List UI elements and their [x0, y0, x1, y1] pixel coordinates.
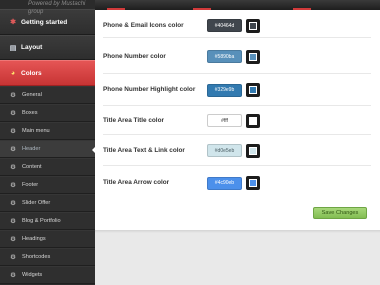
option-row: Phone Number color #5890ba: [103, 40, 371, 74]
color-hex-input[interactable]: #fff: [207, 114, 242, 127]
powered-by-text: Powered by Mustachi group: [0, 0, 95, 15]
sidebar-subitem-footer[interactable]: ⚙ Footer: [0, 176, 95, 194]
panel-shadow: [95, 230, 380, 233]
color-picker-swatch[interactable]: [246, 176, 260, 190]
color-picker-swatch[interactable]: [246, 83, 260, 97]
option-row: Phone Number Highlight color #329e9b: [103, 75, 371, 106]
color-hex-input[interactable]: #4c90eb: [207, 176, 242, 190]
sidebar-subitem-content[interactable]: ⚙ Content: [0, 158, 95, 176]
sidebar-item-label: Getting started: [21, 18, 68, 26]
option-label: Title Area Arrow color: [103, 179, 170, 186]
option-row: Phone & Email Icons color #40464d: [103, 14, 371, 38]
sidebar-item-getting-started[interactable]: ✱ Getting started: [0, 9, 95, 35]
sidebar-subitem-label: Content: [22, 164, 42, 170]
color-hex-input[interactable]: #5890ba: [207, 50, 242, 63]
sidebar-item-layout[interactable]: ▤ Layout: [0, 35, 95, 60]
options-panel: Phone & Email Icons color #40464d Phone …: [95, 0, 380, 230]
sidebar-subitem-main-menu[interactable]: ⚙ Main menu: [0, 122, 95, 140]
gear-icon: ⚙: [10, 182, 16, 189]
sidebar-subitem-label: Footer: [22, 182, 39, 188]
sidebar-subitem-label: Main menu: [22, 128, 50, 134]
sidebar-subitem-label: Slider Offer: [22, 200, 51, 206]
sidebar-subitem-slider-offer[interactable]: ⚙ Slider Offer: [0, 194, 95, 212]
gear-icon: ⚙: [10, 128, 16, 135]
sidebar-subitem-boxes[interactable]: ⚙ Boxes: [0, 104, 95, 122]
sidebar-subitem-general[interactable]: ⚙ General: [0, 86, 95, 104]
magic-wand-icon: ✱: [10, 19, 16, 26]
option-label: Phone Number color: [103, 52, 166, 60]
sidebar-subitem-shortcodes[interactable]: ⚙ Shortcodes: [0, 248, 95, 266]
option-label: Phone Number Highlight color: [103, 86, 196, 93]
option-row: Title Area Text & Link color #d0e5eb: [103, 136, 371, 166]
sidebar-subitem-headings[interactable]: ⚙ Headings: [0, 230, 95, 248]
sidebar-item-label: Layout: [21, 44, 43, 51]
gear-icon: ⚙: [10, 200, 16, 207]
sidebar-subitem-widgets[interactable]: ⚙ Widgets: [0, 266, 95, 284]
sidebar-subitem-label: Header: [22, 146, 41, 152]
sidebar-subitem-label: Blog & Portfolio: [22, 218, 61, 224]
gear-icon: ⚙: [10, 272, 16, 279]
sidebar-item-label: Colors: [21, 69, 42, 77]
gear-icon: ⚙: [10, 110, 16, 117]
gear-icon: ⚙: [10, 146, 16, 153]
gear-icon: ⚙: [10, 164, 16, 171]
sidebar-subitem-header[interactable]: ⚙ Header: [0, 140, 96, 158]
option-label: Title Area Title color: [103, 116, 164, 124]
color-picker-swatch[interactable]: [246, 18, 260, 33]
option-row: Title Area Arrow color #4c90eb: [103, 167, 371, 199]
color-hex-input[interactable]: #d0e5eb: [207, 144, 242, 157]
color-picker-swatch[interactable]: [246, 113, 260, 128]
color-picker-swatch[interactable]: [246, 143, 260, 158]
color-hex-input[interactable]: #40464d: [207, 19, 242, 32]
gear-icon: ⚙: [10, 218, 16, 225]
sidebar-subitem-label: Widgets: [22, 272, 43, 278]
sidebar-subitem-blog-portfolio[interactable]: ⚙ Blog & Portfolio: [0, 212, 95, 230]
gear-icon: ⚙: [10, 236, 16, 243]
color-picker-swatch[interactable]: [246, 49, 260, 64]
option-label: Title Area Text & Link color: [103, 146, 185, 154]
sidebar-subitem-label: Boxes: [22, 110, 38, 116]
gear-icon: ⚙: [10, 254, 16, 261]
sidebar-subitem-label: General: [22, 92, 42, 98]
option-label: Phone & Email Icons color: [103, 21, 184, 29]
palette-icon: ◕: [10, 69, 16, 77]
save-changes-button[interactable]: Save Changes: [313, 207, 367, 219]
panel-top-bar: [95, 0, 380, 10]
sidebar: Powered by Mustachi group ✱ Getting star…: [0, 0, 96, 285]
sidebar-subitem-label: Headings: [22, 236, 46, 242]
color-hex-input[interactable]: #329e9b: [207, 83, 242, 97]
gear-icon: ⚙: [10, 92, 16, 99]
option-row: Title Area Title color #fff: [103, 107, 371, 135]
layout-icon: ▤: [9, 44, 17, 52]
sidebar-item-colors[interactable]: ◕ Colors: [0, 60, 95, 86]
sidebar-subitem-label: Shortcodes: [22, 254, 51, 260]
